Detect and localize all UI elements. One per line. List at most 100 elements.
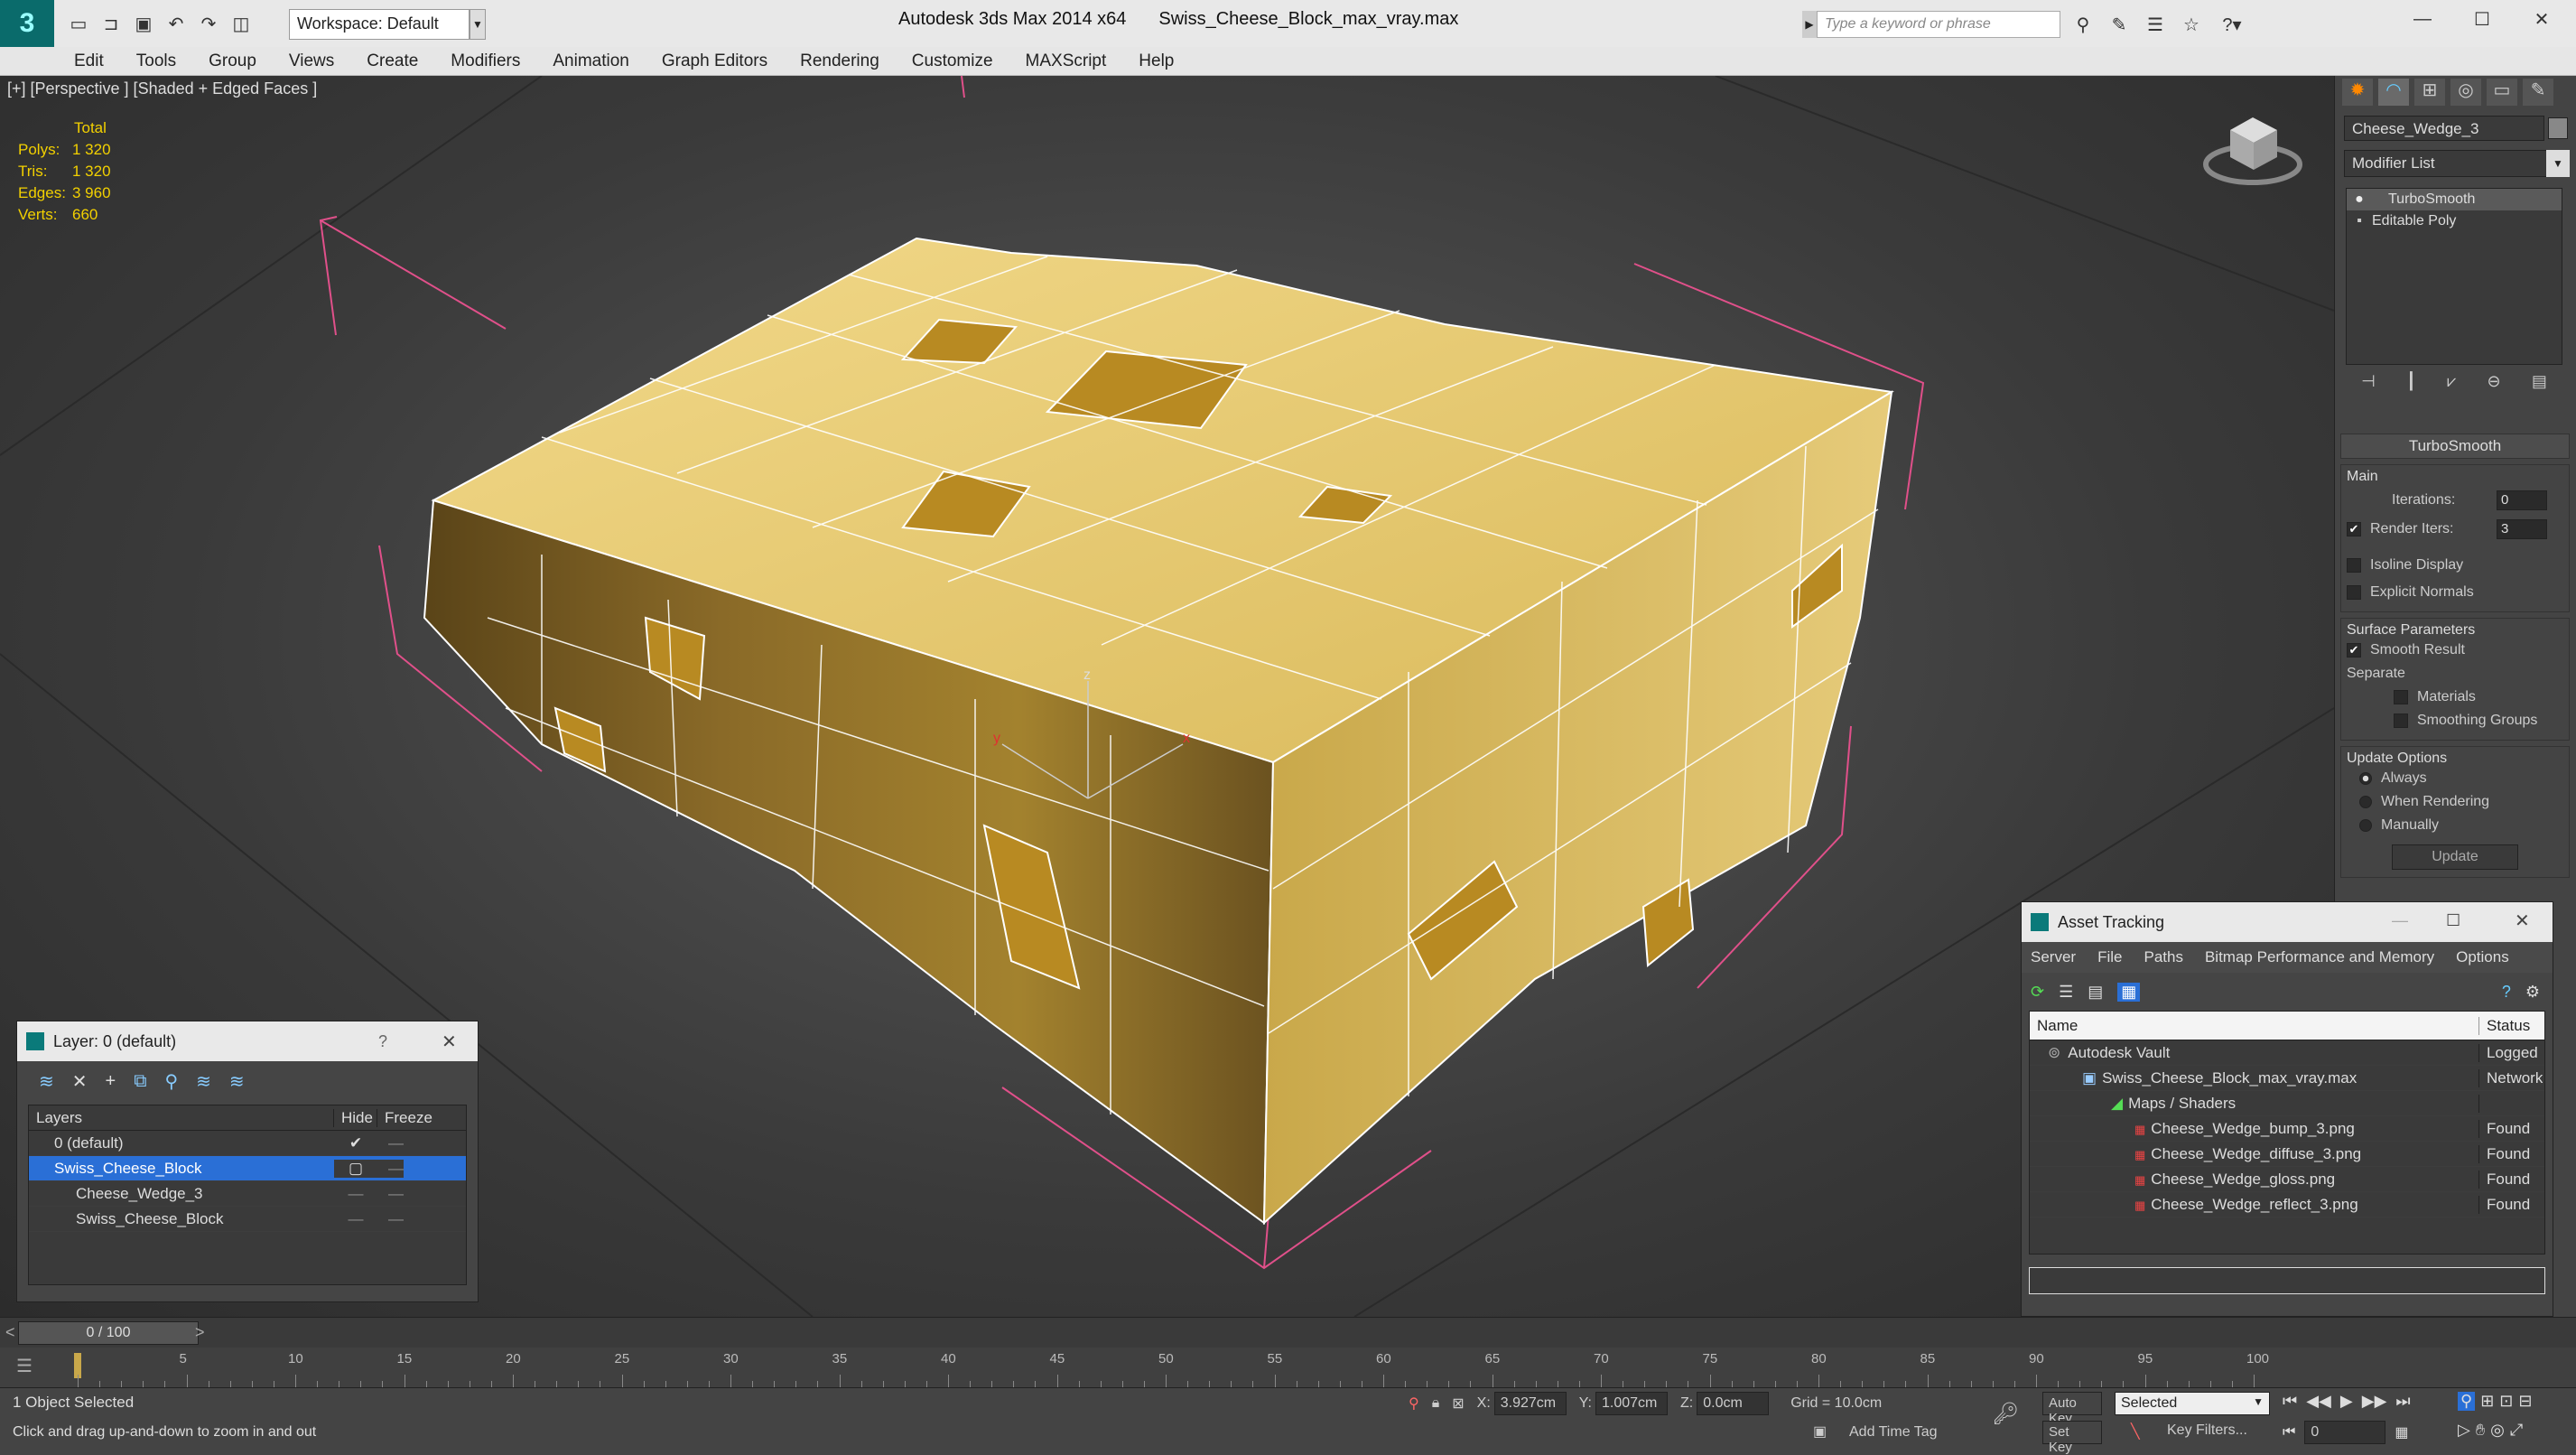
hide-toggle[interactable]: — [334, 1210, 377, 1228]
isolate-selection-icon[interactable]: ⚲ [1409, 1394, 1419, 1413]
materials-checkbox[interactable] [2394, 690, 2408, 704]
refresh-icon[interactable]: ⟳ [2031, 983, 2044, 1002]
menu-edit[interactable]: Edit [74, 51, 104, 71]
menu-create[interactable]: Create [367, 51, 418, 71]
object-color-swatch[interactable] [2548, 117, 2568, 139]
go-to-start-icon[interactable]: ⏮ [2283, 1392, 2297, 1411]
time-slider-thumb[interactable]: 0 / 100 [18, 1321, 199, 1345]
menu-graph-editors[interactable]: Graph Editors [662, 51, 767, 71]
object-name-field[interactable]: Cheese_Wedge_3 [2344, 116, 2544, 141]
table-view-icon[interactable]: ▦ [2117, 982, 2141, 1002]
menu-views[interactable]: Views [289, 51, 334, 71]
asset-menu-file[interactable]: File [2097, 948, 2122, 966]
redo-icon[interactable]: ↷ [193, 8, 224, 39]
list-view-icon[interactable]: ☰ [2059, 983, 2073, 1002]
freeze-toggle[interactable]: — [377, 1159, 404, 1178]
asset-row[interactable]: ▣ Swiss_Cheese_Block_max_vray.max Network [2030, 1066, 2544, 1091]
next-frame-icon[interactable]: ▶▶ [2362, 1392, 2387, 1411]
motion-tab-icon[interactable]: ◎ [2450, 79, 2481, 106]
checkmark-icon[interactable]: ✔ [334, 1134, 377, 1152]
remove-modifier-icon[interactable]: ⊖ [2488, 372, 2501, 397]
viewport-label[interactable]: [+] [Perspective ] [Shaded + Edged Faces… [7, 79, 317, 98]
maximize-viewport-icon[interactable]: ⤢ [2510, 1421, 2523, 1440]
zoom-extents-all-icon[interactable]: ⊟ [2518, 1392, 2532, 1411]
zoom-icon[interactable]: ⚲ [2458, 1392, 2476, 1411]
menu-modifiers[interactable]: Modifiers [451, 51, 520, 71]
current-layer-icon[interactable]: ▢ [334, 1159, 377, 1178]
create-tab-icon[interactable]: ✹ [2342, 79, 2373, 106]
set-key-button[interactable]: Set Key [2042, 1421, 2102, 1455]
asset-row[interactable]: ⊚ Autodesk Vault Logged [2030, 1040, 2544, 1066]
asset-row[interactable]: ▦ Cheese_Wedge_diffuse_3.png Found [2030, 1142, 2544, 1167]
set-key-icon[interactable]: 🔑︎ [1992, 1401, 2019, 1427]
show-end-result-icon[interactable]: ┃ [2406, 372, 2416, 397]
search-arrow-icon[interactable]: ▶ [1802, 11, 1817, 38]
col-hide[interactable]: Hide [334, 1108, 377, 1127]
open-mini-curve-editor-icon[interactable]: ☰ [16, 1355, 33, 1377]
hide-all-icon[interactable]: ≋ [196, 1070, 211, 1093]
freeze-toggle[interactable]: — [377, 1210, 404, 1228]
asset-row[interactable]: ▦ Cheese_Wedge_reflect_3.png Found [2030, 1192, 2544, 1217]
col-name[interactable]: Name [2030, 1016, 2479, 1035]
close-icon[interactable]: ✕ [2512, 4, 2571, 34]
modify-tab-icon[interactable]: ◠ [2378, 79, 2409, 106]
viewcube-icon[interactable] [2203, 117, 2302, 185]
key-mode-toggle-icon[interactable]: ⏮ [2283, 1424, 2295, 1441]
project-folder-icon[interactable]: ◫ [226, 8, 256, 39]
current-frame-field[interactable]: 0 [2304, 1421, 2386, 1444]
add-layer-icon[interactable]: + [106, 1071, 116, 1092]
workspace-dropdown[interactable]: Workspace: Default [289, 9, 470, 40]
time-tag-icon[interactable]: ▣ [1813, 1422, 1827, 1441]
object-row[interactable]: Cheese_Wedge_3 — — [29, 1181, 466, 1207]
freeze-all-icon[interactable]: ≋ [229, 1070, 245, 1093]
save-icon[interactable]: ▣ [128, 8, 159, 39]
menu-animation[interactable]: Animation [553, 51, 629, 71]
y-coordinate-field[interactable]: 1.007cm [1595, 1392, 1668, 1415]
cheese-mesh[interactable]: z x y [423, 237, 1894, 1226]
asset-menu-options[interactable]: Options [2456, 948, 2509, 966]
expand-icon[interactable]: ▪ [2347, 213, 2372, 229]
app-logo-icon[interactable]: 3 [0, 0, 54, 47]
key-filters-button[interactable]: Key Filters... [2167, 1422, 2247, 1439]
previous-frame-icon[interactable]: ◀◀ [2306, 1392, 2331, 1411]
zoom-extents-icon[interactable]: ⊡ [2499, 1392, 2513, 1411]
asset-row[interactable]: ▦ Cheese_Wedge_gloss.png Found [2030, 1167, 2544, 1192]
chevron-down-icon[interactable]: ▼ [2546, 150, 2570, 177]
help-icon[interactable]: ? [378, 1032, 387, 1051]
x-coordinate-field[interactable]: 3.927cm [1493, 1392, 1567, 1415]
menu-customize[interactable]: Customize [912, 51, 993, 71]
menu-maxscript[interactable]: MAXScript [1026, 51, 1107, 71]
search-input[interactable]: Type a keyword or phrase [1817, 11, 2060, 38]
time-slider[interactable]: < 0 / 100 > [0, 1317, 2576, 1348]
smoothing-groups-checkbox[interactable] [2394, 714, 2408, 728]
asset-menu-bitmap[interactable]: Bitmap Performance and Memory [2205, 948, 2434, 966]
stack-item-editable-poly[interactable]: ▪ Editable Poly [2347, 210, 2562, 232]
pin-stack-icon[interactable]: ⊣ [2361, 372, 2376, 397]
close-icon[interactable]: ✕ [442, 1031, 457, 1053]
close-icon[interactable]: ✕ [2515, 909, 2530, 932]
modifier-stack[interactable]: ● TurboSmooth ▪ Editable Poly [2346, 188, 2562, 365]
modifier-list-dropdown[interactable]: Modifier List [2344, 150, 2553, 177]
smooth-result-checkbox[interactable]: ✔ [2347, 643, 2361, 658]
maximize-icon[interactable]: ☐ [2446, 911, 2460, 930]
favorites-icon[interactable]: ☆ [2176, 9, 2207, 40]
asset-row[interactable]: ▦ Cheese_Wedge_bump_3.png Found [2030, 1116, 2544, 1142]
go-to-end-icon[interactable]: ⏭ [2395, 1392, 2410, 1411]
transform-mode-icon[interactable]: ⊠ [1452, 1394, 1464, 1413]
layer-window-titlebar[interactable]: Layer: 0 (default) ? ✕ [17, 1021, 478, 1061]
add-time-tag[interactable]: Add Time Tag [1849, 1424, 1938, 1441]
field-of-view-icon[interactable]: ▷ [2458, 1421, 2470, 1440]
asset-menu-paths[interactable]: Paths [2144, 948, 2182, 966]
stack-item-turbosmooth[interactable]: ● TurboSmooth [2347, 189, 2562, 210]
display-tab-icon[interactable]: ▭ [2487, 79, 2517, 106]
asset-path-field[interactable] [2029, 1267, 2545, 1294]
freeze-toggle[interactable]: — [377, 1185, 404, 1203]
lock-icon[interactable]: 🔒︎ [1432, 1395, 1440, 1412]
pan-icon[interactable]: ✋︎ [2476, 1421, 2485, 1440]
explicit-normals-checkbox[interactable] [2347, 585, 2361, 600]
help-icon[interactable]: ?▾ [2212, 9, 2252, 40]
time-config-icon[interactable]: ▦ [2395, 1423, 2408, 1441]
utilities-tab-icon[interactable]: ✎ [2523, 79, 2553, 106]
key-mode-dropdown[interactable]: Selected ▼ [2115, 1392, 2270, 1415]
configure-modifier-sets-icon[interactable]: ▤ [2532, 372, 2547, 397]
